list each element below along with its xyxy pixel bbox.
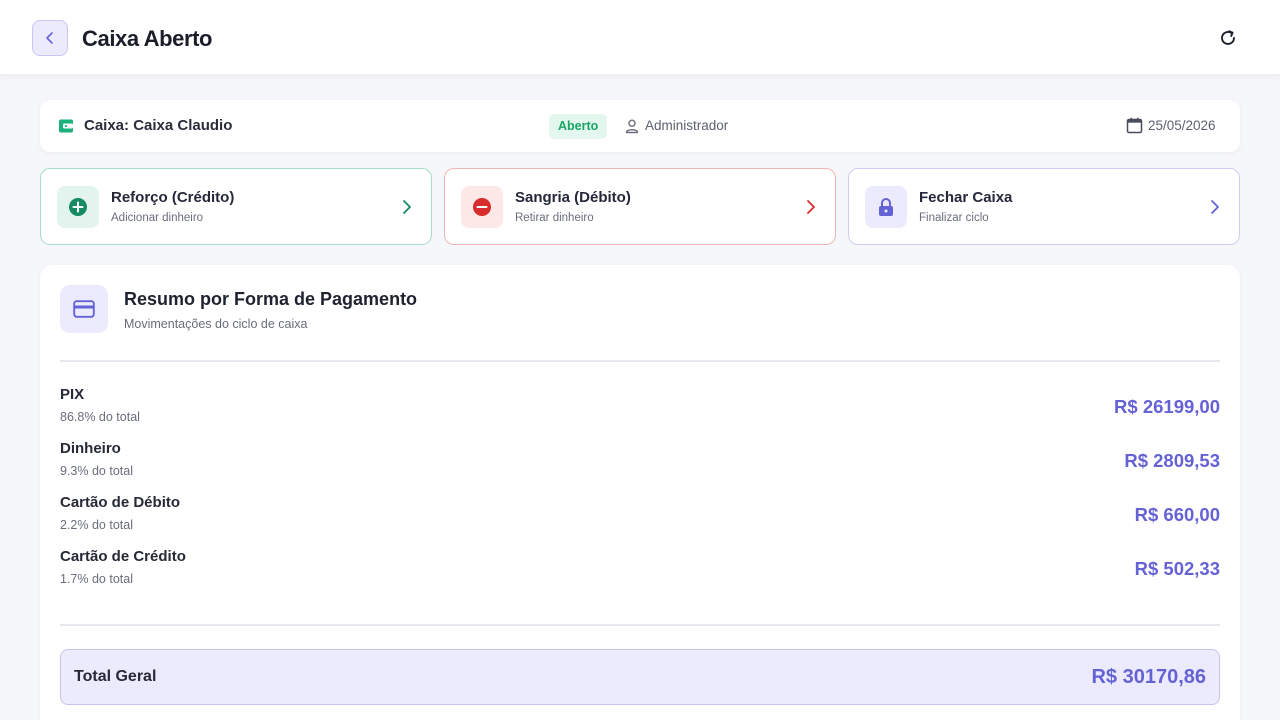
divider xyxy=(60,624,1220,626)
payment-amount: R$ 502,33 xyxy=(1134,558,1220,579)
date-text: 25/05/2026 xyxy=(1148,118,1216,133)
debit-subtitle: Retirar dinheiro xyxy=(515,212,594,224)
payment-row-credito: Cartão de Crédito 1.7% do total R$ 502,3… xyxy=(60,548,1220,602)
status-badge: Aberto xyxy=(549,114,608,139)
back-button[interactable] xyxy=(32,20,68,56)
debit-action-card[interactable]: Sangria (Débito) Retirar dinheiro xyxy=(444,168,836,245)
divider xyxy=(60,360,1220,362)
lock-icon xyxy=(879,198,893,216)
payment-percentage: 2.2% do total xyxy=(60,518,133,532)
refresh-icon xyxy=(1221,30,1235,45)
total-label: Total Geral xyxy=(74,668,157,685)
close-register-card[interactable]: Fechar Caixa Finalizar ciclo xyxy=(848,168,1240,245)
register-info-bar: Caixa: Caixa Claudio Aberto Administrado… xyxy=(40,100,1240,152)
close-title: Fechar Caixa xyxy=(919,189,1013,206)
register-name: Caixa: Caixa Claudio xyxy=(84,117,233,134)
page-title: Caixa Aberto xyxy=(82,26,213,51)
chevron-right-icon xyxy=(807,200,815,214)
user-icon xyxy=(625,119,639,134)
payment-row-dinheiro: Dinheiro 9.3% do total R$ 2809,53 xyxy=(60,440,1220,494)
credit-icon-box xyxy=(57,186,99,228)
payment-percentage: 9.3% do total xyxy=(60,464,133,478)
wallet-icon xyxy=(59,119,73,133)
credit-action-card[interactable]: Reforço (Crédito) Adicionar dinheiro xyxy=(40,168,432,245)
chevron-right-icon xyxy=(1211,200,1219,214)
payment-name: PIX xyxy=(60,386,85,403)
close-icon-box xyxy=(865,186,907,228)
total-box: Total Geral R$ 30170,86 xyxy=(60,649,1220,705)
payment-summary-panel: Resumo por Forma de Pagamento Movimentaç… xyxy=(40,265,1240,720)
credit-subtitle: Adicionar dinheiro xyxy=(111,212,204,224)
total-amount: R$ 30170,86 xyxy=(1091,666,1206,688)
calendar-icon xyxy=(1126,117,1143,134)
chevron-left-icon xyxy=(46,32,53,44)
payment-amount: R$ 26199,00 xyxy=(1114,396,1220,417)
summary-subtitle: Movimentações do ciclo de caixa xyxy=(124,317,308,331)
payment-row-pix: PIX 86.8% do total R$ 26199,00 xyxy=(60,386,1220,440)
payment-percentage: 86.8% do total xyxy=(60,410,140,424)
payment-amount: R$ 660,00 xyxy=(1134,504,1220,525)
close-subtitle: Finalizar ciclo xyxy=(919,212,989,224)
user-name: Administrador xyxy=(645,118,729,133)
debit-icon-box xyxy=(461,186,503,228)
payment-percentage: 1.7% do total xyxy=(60,572,133,586)
refresh-button[interactable] xyxy=(1214,24,1242,52)
payment-row-debito: Cartão de Débito 2.2% do total R$ 660,00 xyxy=(60,494,1220,548)
payment-amount: R$ 2809,53 xyxy=(1124,450,1220,471)
credit-title: Reforço (Crédito) xyxy=(111,189,235,206)
summary-icon-box xyxy=(60,285,108,333)
chevron-right-icon xyxy=(403,200,411,214)
payment-name: Dinheiro xyxy=(60,440,121,457)
payment-name: Cartão de Débito xyxy=(60,494,181,511)
payment-name: Cartão de Crédito xyxy=(60,548,186,565)
plus-circle-icon xyxy=(69,198,87,216)
app-header: Caixa Aberto xyxy=(0,0,1280,75)
credit-card-icon xyxy=(73,300,95,318)
minus-circle-icon xyxy=(473,198,491,216)
summary-title: Resumo por Forma de Pagamento xyxy=(124,289,418,309)
debit-title: Sangria (Débito) xyxy=(515,189,631,206)
